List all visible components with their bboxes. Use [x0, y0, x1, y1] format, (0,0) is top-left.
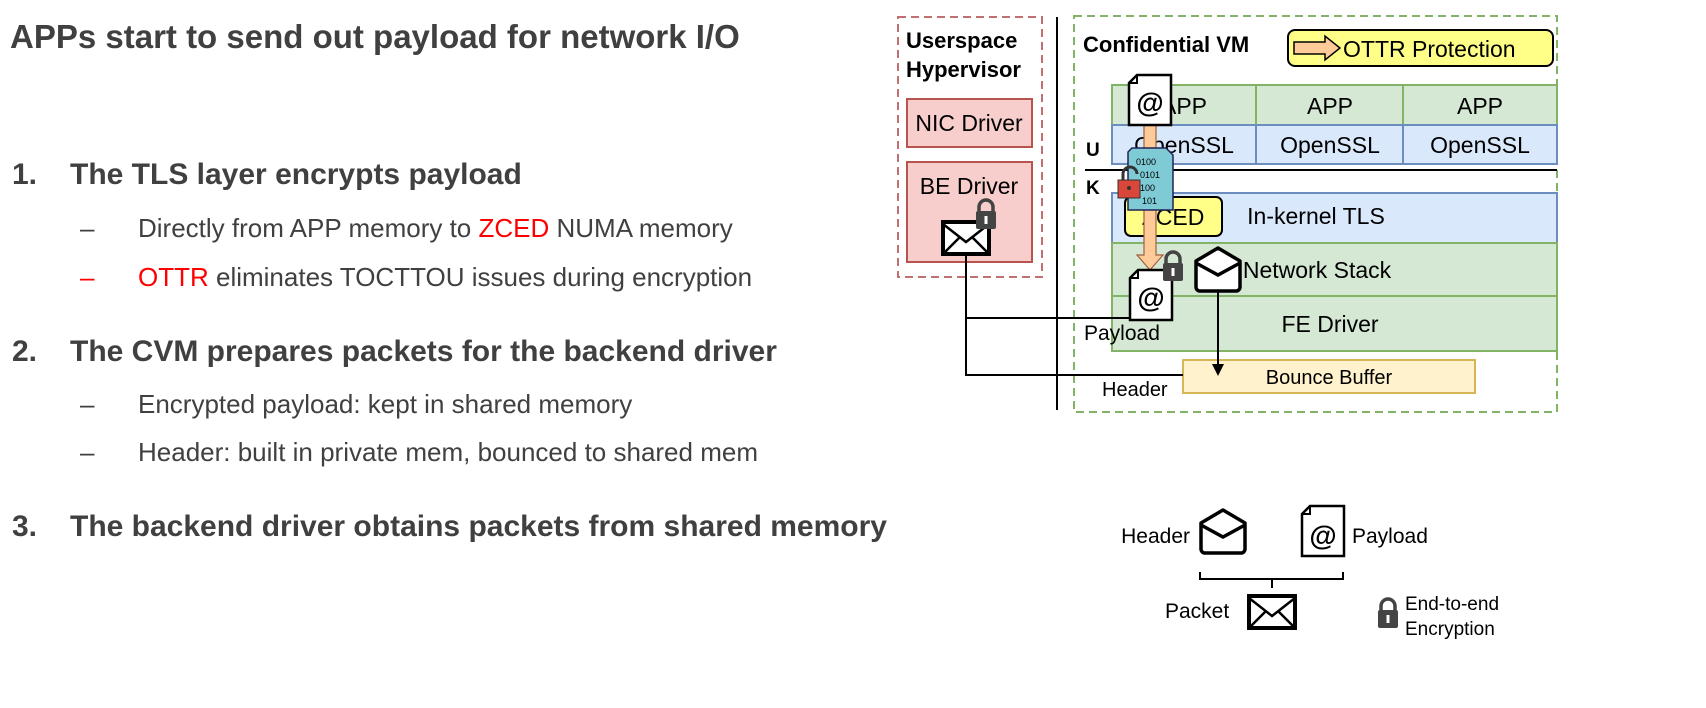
bounce-buffer-label: Bounce Buffer [1266, 367, 1393, 389]
legend-encryption-label-1: End-to-end [1405, 594, 1499, 615]
cvm-title: Confidential VM [1083, 32, 1249, 57]
architecture-diagram: Userspace Hypervisor NIC Driver BE Drive… [897, 15, 1558, 640]
encrypted-document-icon: 0100 0101 100 101 [1127, 147, 1174, 211]
svg-text:0101: 0101 [1140, 170, 1160, 180]
openssl-row: OpenSSL OpenSSL OpenSSL [1111, 124, 1558, 165]
kernel-space-label: K [1086, 178, 1100, 199]
svg-text:100: 100 [1140, 183, 1155, 193]
svg-text:APP: APP [1307, 93, 1353, 119]
legend-payload-label: Payload [1352, 525, 1428, 548]
legend-header-label: Header [1121, 525, 1190, 548]
hypervisor-title-2: Hypervisor [906, 57, 1021, 82]
legend-encryption-label-2: Encryption [1405, 619, 1495, 640]
be-driver-label: BE Driver [920, 173, 1019, 199]
svg-text:@: @ [1136, 87, 1163, 118]
network-stack-label: Network Stack [1243, 257, 1392, 283]
in-kernel-tls-label: In-kernel TLS [1247, 203, 1385, 229]
legend-lock-icon [1376, 597, 1400, 630]
svg-text:@: @ [1137, 282, 1164, 313]
hypervisor-title-1: Userspace [906, 28, 1017, 53]
header-label: Header [1102, 379, 1168, 401]
svg-text:OpenSSL: OpenSSL [1280, 132, 1380, 158]
ottr-legend-label: OTTR Protection [1343, 36, 1516, 62]
svg-text:101: 101 [1142, 196, 1157, 206]
app-row: APP APP APP [1111, 84, 1558, 126]
svg-text:OpenSSL: OpenSSL [1430, 132, 1530, 158]
fe-driver-label: FE Driver [1281, 311, 1378, 337]
svg-text:@: @ [1309, 520, 1336, 551]
svg-text:0100: 0100 [1136, 157, 1156, 167]
legend-packet-envelope-icon [1247, 594, 1297, 630]
legend-header-envelope-icon [1199, 508, 1247, 555]
legend-bracket [1199, 572, 1344, 588]
payload-label: Payload [1084, 322, 1160, 345]
svg-text:APP: APP [1457, 93, 1503, 119]
nic-driver-label: NIC Driver [915, 110, 1023, 136]
user-space-label: U [1086, 140, 1100, 161]
legend-packet-label: Packet [1165, 600, 1229, 623]
